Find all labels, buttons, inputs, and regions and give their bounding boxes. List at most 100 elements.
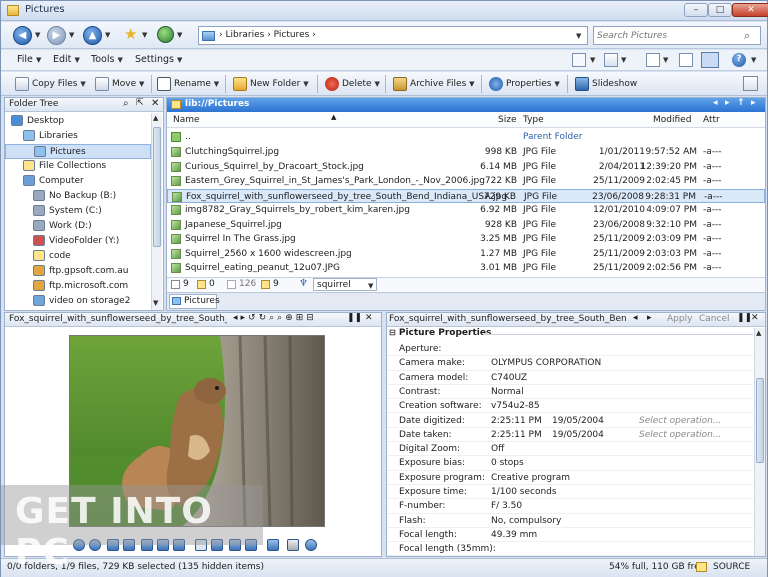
new-folder-button[interactable]: New Folder ▼ xyxy=(233,75,309,93)
metadata-scrollbar[interactable]: ▲ xyxy=(754,328,765,556)
copy-files-button[interactable]: Copy Files ▼ xyxy=(15,75,86,93)
tree-scrollbar[interactable]: ▲ ▼ xyxy=(151,113,162,310)
column-attr[interactable]: Attr xyxy=(703,115,720,125)
minimize-button[interactable]: – xyxy=(684,3,708,17)
help-dropdown-icon[interactable]: ▼ xyxy=(751,56,756,64)
fullscreen-icon[interactable] xyxy=(267,539,279,551)
property-op[interactable]: Select operation... xyxy=(639,414,721,428)
current-path[interactable]: lib://Pictures xyxy=(185,99,249,109)
tree-item[interactable]: Computer xyxy=(5,174,151,189)
tree-item[interactable]: Pictures xyxy=(5,144,151,159)
tree-item[interactable]: Work (D:) xyxy=(5,219,151,234)
file-row[interactable]: Squirrel_2560 x 1600 widescreen.jpg 1.27 … xyxy=(167,247,765,262)
move-button[interactable]: Move ▼ xyxy=(95,75,144,93)
property-row[interactable]: Camera make: OLYMPUS CORPORATION xyxy=(387,356,753,371)
search-icon[interactable]: ⌕ xyxy=(744,29,750,43)
scroll-down-icon[interactable]: ▼ xyxy=(153,299,158,307)
favorites-star-icon[interactable]: ★ xyxy=(124,25,137,43)
view-mode-icon[interactable] xyxy=(572,53,586,67)
tree-item[interactable]: VideoFolder (Y:) xyxy=(5,234,151,249)
forward-dropdown-icon[interactable]: ▼ xyxy=(69,31,74,39)
tree-item[interactable]: No Backup (B:) xyxy=(5,189,151,204)
tree-item[interactable]: File Collections xyxy=(5,159,151,174)
pause-icon[interactable]: ❚❚ xyxy=(737,313,752,323)
layout-icon[interactable] xyxy=(646,53,660,67)
maximize-button[interactable]: □ xyxy=(708,3,732,17)
file-row[interactable]: ClutchingSquirrel.jpg 998 KB JPG File 1/01/… xyxy=(167,145,765,160)
viewer-controls[interactable]: ◂▸↺↻⌕⌕⊕⊞⊟ xyxy=(233,313,317,323)
collapse-icon[interactable]: ⊟ xyxy=(389,328,396,337)
property-row[interactable]: F-number: F/ 3.50 xyxy=(387,499,753,514)
address-field[interactable]: › Libraries › Pictures › ▼ xyxy=(198,26,588,45)
close-icon[interactable]: ✕ xyxy=(151,98,159,109)
column-name[interactable]: Name xyxy=(173,115,200,125)
back-icon[interactable]: ◀ xyxy=(13,26,32,45)
viewer-pane-icon[interactable] xyxy=(701,52,719,68)
search-box[interactable]: ⌕ xyxy=(593,26,761,45)
back-icon[interactable]: ◂ xyxy=(633,313,638,323)
delete-button[interactable]: Delete ▼ xyxy=(325,75,380,93)
property-row[interactable]: Camera model: C740UZ xyxy=(387,371,753,385)
address-dropdown-icon[interactable]: ▼ xyxy=(576,32,581,40)
property-row[interactable]: Digital Zoom: Off xyxy=(387,442,753,457)
property-op[interactable]: Select operation... xyxy=(639,428,721,442)
archive-files-button[interactable]: Archive Files ▼ xyxy=(393,75,475,93)
up-dropdown-icon[interactable]: ▼ xyxy=(105,31,110,39)
tree-item[interactable]: video on storage2 xyxy=(5,294,151,309)
property-row[interactable]: Exposure time: 1/100 seconds xyxy=(387,485,753,500)
property-row[interactable]: Focal length: 49.39 mm xyxy=(387,528,753,543)
property-row[interactable]: Date taken: 2:25:11 PM 19/05/2004 Select o… xyxy=(387,428,753,443)
tree-item[interactable]: ftp.microsoft.com xyxy=(5,279,151,294)
property-row[interactable]: Date digitized: 2:25:11 PM 19/05/2004 Sele… xyxy=(387,414,753,428)
file-row[interactable]: Eastern_Grey_Squirrel_in_St_James's_Park… xyxy=(167,174,765,189)
search-input[interactable] xyxy=(597,29,737,42)
slideshow-button[interactable]: Slideshow xyxy=(575,75,637,93)
print-icon[interactable] xyxy=(287,539,299,551)
up-icon[interactable]: ▲ xyxy=(83,26,102,45)
close-icon[interactable]: ✕ xyxy=(751,313,759,323)
forward-icon[interactable]: ▶ xyxy=(47,26,66,45)
history-dropdown-icon[interactable]: ▼ xyxy=(177,31,182,39)
menu-edit[interactable]: Edit ▼ xyxy=(53,54,80,65)
filter-dropdown-icon[interactable]: ▼ xyxy=(368,282,373,290)
close-icon[interactable]: ✕ xyxy=(365,313,373,323)
tab-pictures[interactable]: Pictures xyxy=(169,294,220,309)
close-button[interactable]: ✕ xyxy=(732,3,768,17)
menu-settings[interactable]: Settings ▼ xyxy=(135,54,182,65)
properties-button[interactable]: Properties ▼ xyxy=(489,75,560,93)
menu-tools[interactable]: Tools ▼ xyxy=(91,54,123,65)
tree-scroll-thumb[interactable] xyxy=(153,127,161,247)
forward-icon[interactable]: ▸ xyxy=(647,313,652,323)
tree-item[interactable]: Libraries xyxy=(5,129,151,144)
property-row[interactable]: Focal length (35mm): xyxy=(387,542,753,557)
property-row[interactable]: Exposure bias: 0 stops xyxy=(387,456,753,471)
globe-icon[interactable] xyxy=(157,26,174,43)
layout-dropdown-icon[interactable]: ▼ xyxy=(663,56,668,64)
file-row[interactable]: Fox_squirrel_with_sunflowerseed_by_tree_… xyxy=(167,188,765,203)
section-header[interactable]: ⊟ Picture Properties xyxy=(389,328,755,341)
help-icon[interactable]: ? xyxy=(732,53,746,67)
file-row[interactable]: Squirrel In The Grass.jpg 3.25 MB JPG File… xyxy=(167,232,765,247)
path-back-icon[interactable]: ◂ xyxy=(713,98,718,108)
back-dropdown-icon[interactable]: ▼ xyxy=(35,31,40,39)
edit-dropdown-icon[interactable]: ▼ xyxy=(621,56,626,64)
path-up-icon[interactable]: ↑ xyxy=(737,98,745,108)
filter-field[interactable]: squirrel ▼ xyxy=(313,278,377,291)
path-forward-icon[interactable]: ▸ xyxy=(725,98,730,108)
favorites-dropdown-icon[interactable]: ▼ xyxy=(142,31,147,39)
breadcrumb[interactable]: › Libraries › Pictures › xyxy=(219,30,316,40)
pin-icon[interactable]: ⇱ xyxy=(136,98,144,108)
property-row[interactable]: Exposure program: Creative program xyxy=(387,471,753,485)
apply-button[interactable]: Apply xyxy=(667,314,692,324)
file-row[interactable]: Squirrel_eating_peanut_12u07.JPG 3.01 MB J… xyxy=(167,261,765,276)
column-type[interactable]: Type xyxy=(523,115,544,125)
file-row[interactable]: Curious_Squirrel_by_Dracoart_Stock.jpg 6.… xyxy=(167,160,765,175)
property-row[interactable]: Creation software: v754u2-85 xyxy=(387,399,753,414)
metadata-scroll-thumb[interactable] xyxy=(756,378,764,463)
parent-folder-row[interactable]: .. Parent Folder xyxy=(167,130,765,145)
property-row[interactable]: Aperture: xyxy=(387,342,753,357)
tree-item[interactable]: code xyxy=(5,249,151,264)
tree-item[interactable]: Desktop xyxy=(5,114,151,129)
dual-pane-icon[interactable] xyxy=(679,53,693,67)
property-row[interactable]: Contrast: Normal xyxy=(387,385,753,400)
